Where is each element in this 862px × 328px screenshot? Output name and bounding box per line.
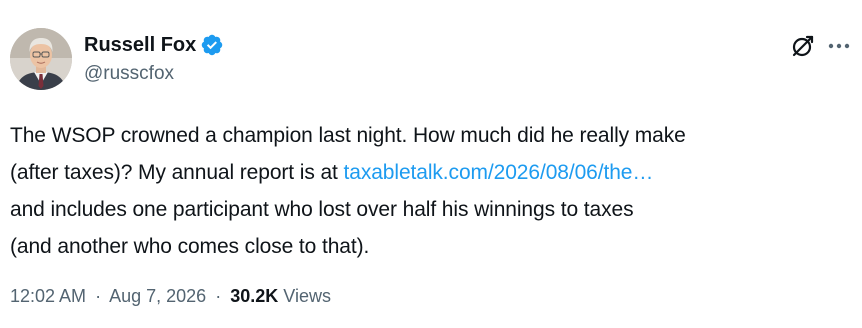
tweet-meta: 12:02 AM · Aug 7, 2026 · 30.2K Views bbox=[10, 284, 331, 308]
grok-icon[interactable] bbox=[790, 33, 816, 59]
avatar-portrait bbox=[10, 28, 72, 90]
tweet-body: The WSOP crowned a champion last night. … bbox=[10, 117, 856, 265]
tweet-time[interactable]: 12:02 AM bbox=[10, 286, 86, 306]
meta-separator: · bbox=[95, 286, 102, 306]
more-options-icon[interactable] bbox=[826, 36, 852, 56]
tweet-text-line: and includes one participant who lost ov… bbox=[10, 198, 634, 221]
tweet-date[interactable]: Aug 7, 2026 bbox=[109, 286, 206, 306]
tweet-text-line: (and another who comes close to that). bbox=[10, 235, 370, 258]
tweet-card: Russell Fox @russcfox The WSOP crowned a… bbox=[0, 0, 862, 328]
author-name-row: Russell Fox bbox=[84, 33, 224, 57]
tweet-text-line: (after taxes)? My annual report is at ta… bbox=[10, 154, 856, 191]
meta-separator: · bbox=[215, 286, 222, 306]
tweet-link[interactable]: taxabletalk.com/2026/08/06/the… bbox=[344, 161, 654, 184]
author-handle[interactable]: @russcfox bbox=[84, 62, 174, 86]
author-display-name[interactable]: Russell Fox bbox=[84, 33, 196, 57]
views-count: 30.2K bbox=[230, 286, 279, 306]
author-avatar[interactable] bbox=[10, 28, 72, 90]
views-label: Views bbox=[283, 286, 331, 306]
tweet-text-line: The WSOP crowned a champion last night. … bbox=[10, 124, 686, 147]
tweet-text-segment: (after taxes)? My annual report is at bbox=[10, 161, 344, 184]
verified-badge-icon[interactable] bbox=[200, 33, 224, 57]
